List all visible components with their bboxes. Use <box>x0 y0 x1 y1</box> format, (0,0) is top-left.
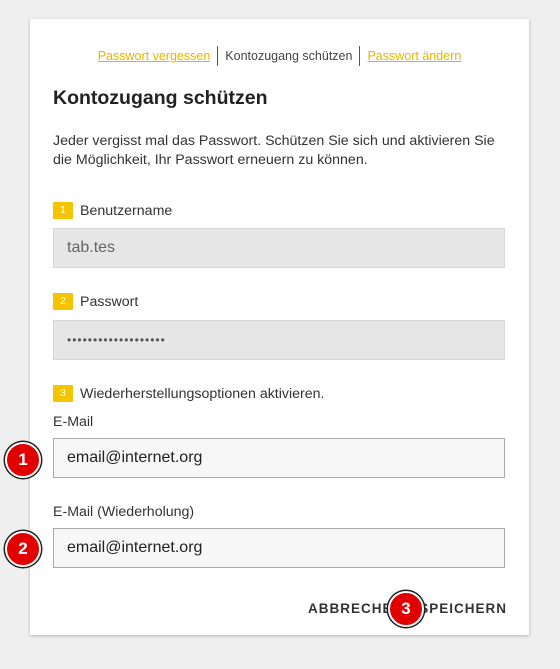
page-title: Kontozugang schützen <box>53 87 268 109</box>
email-repeat-label: E-Mail (Wiederholung) <box>53 504 195 520</box>
password-field: ••••••••••••••••••• <box>53 320 505 360</box>
forgot-password-link[interactable]: Passwort vergessen <box>91 47 218 65</box>
username-value: tab.tes <box>67 239 116 256</box>
email-repeat-value: email@internet.org <box>67 539 203 556</box>
step-password: 2 Passwort <box>53 293 138 310</box>
password-value: ••••••••••••••••••• <box>67 333 166 347</box>
email-label: E-Mail <box>53 414 94 430</box>
annotation-marker-2: 2 <box>5 531 41 567</box>
step-recovery: 3 Wiederherstellungsoptionen aktivieren. <box>53 385 324 402</box>
step-label: Passwort <box>80 293 139 310</box>
annotation-marker-3: 3 <box>388 591 424 627</box>
change-password-link[interactable]: Passwort ändern <box>360 47 468 65</box>
page-description: Jeder vergisst mal das Passwort. Schütze… <box>53 133 495 168</box>
step-number-badge: 2 <box>53 293 73 310</box>
annotation-marker-1: 1 <box>5 442 41 478</box>
email-repeat-input[interactable]: email@internet.org <box>53 528 505 568</box>
email-value: email@internet.org <box>67 449 203 466</box>
save-button[interactable]: SPEICHERN <box>415 601 511 616</box>
breadcrumb: Passwort vergessen Kontozugang schützen … <box>30 46 529 66</box>
email-input[interactable]: email@internet.org <box>53 438 505 478</box>
step-username: 1 Benutzername <box>53 202 172 219</box>
protect-account-card: Passwort vergessen Kontozugang schützen … <box>30 19 529 635</box>
step-label: Benutzername <box>80 202 173 219</box>
step-number-badge: 1 <box>53 202 73 219</box>
username-field: tab.tes <box>53 228 505 268</box>
step-label: Wiederherstellungsoptionen aktivieren. <box>80 385 325 402</box>
breadcrumb-current: Kontozugang schützen <box>225 49 353 63</box>
step-number-badge: 3 <box>53 385 73 402</box>
